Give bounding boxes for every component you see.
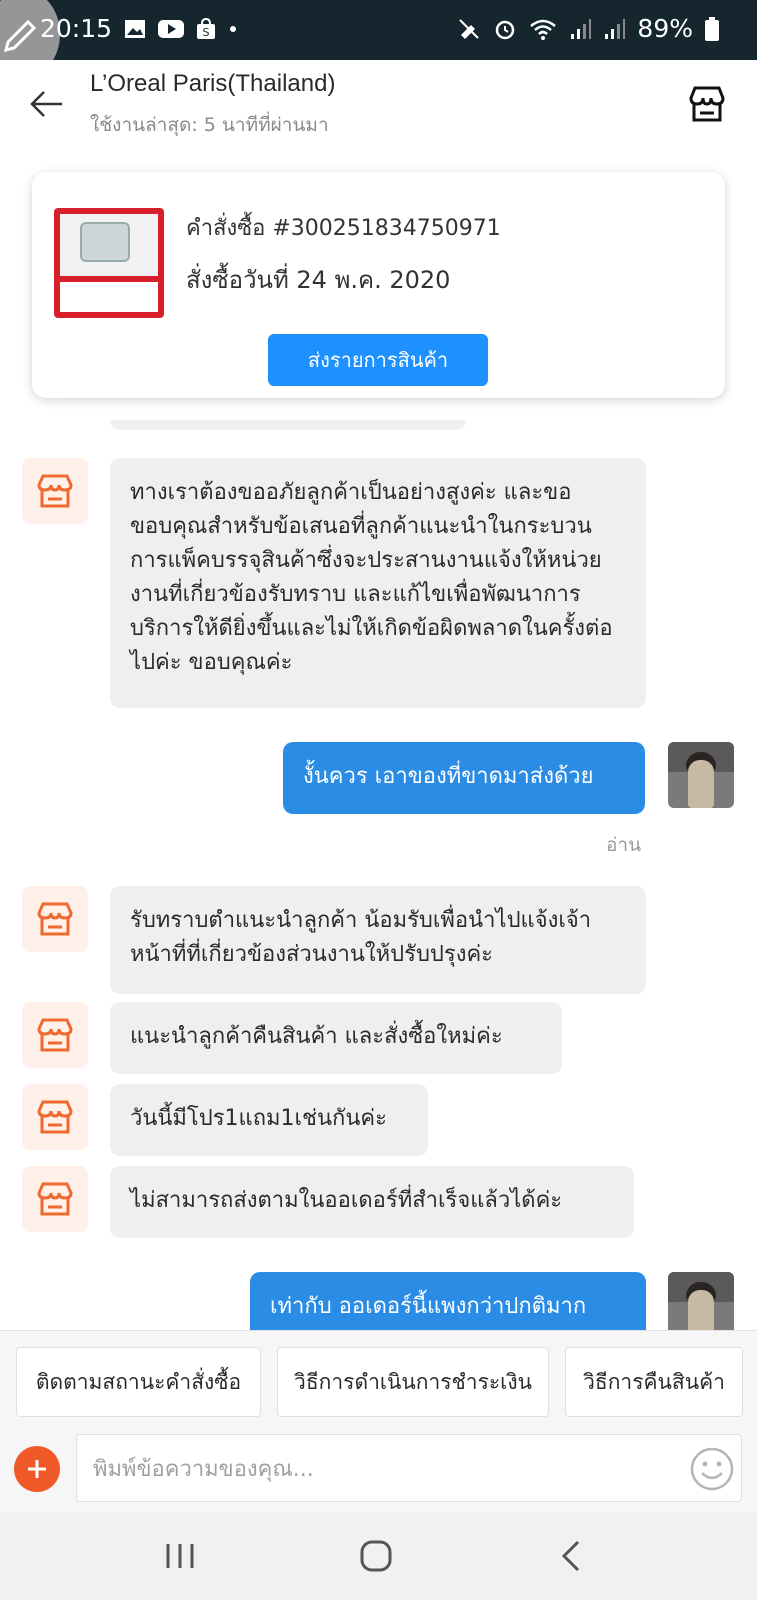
order-card[interactable]: คำสั่งซื้อ #300251834750971 สั่งซื้อวันท… <box>32 172 725 398</box>
quick-reply-payment[interactable]: วิธีการดำเนินการชำระเงิน <box>277 1347 549 1417</box>
last-active-status: ใช้งานล่าสุด: 5 นาทีที่ผ่านมา <box>90 114 329 136</box>
chat-messages[interactable]: ทางเราต้องขออภัยลูกค้าเป็นอย่างสูงค่ะ แล… <box>0 420 757 1330</box>
message-input[interactable]: พิมพ์ข้อความของคุณ... <box>76 1434 742 1502</box>
shop-name[interactable]: L’Oreal Paris(Thailand) <box>90 70 335 98</box>
message-input-bar: พิมพ์ข้อความของคุณ... <box>0 1420 757 1512</box>
message-bubble-user: เท่ากับ ออเดอร์นี้แพงกว่าปกติมาก <box>250 1272 646 1330</box>
status-time: 20:15 <box>40 14 113 43</box>
user-avatar[interactable] <box>668 742 734 808</box>
quick-reply-bar: ติดตามสถานะคำสั่งซื้อ วิธีการดำเนินการชำ… <box>0 1330 757 1420</box>
shop-avatar[interactable] <box>22 1166 88 1232</box>
home-icon[interactable] <box>354 1534 398 1578</box>
svg-text:S: S <box>203 26 210 39</box>
shop-avatar[interactable] <box>22 1084 88 1150</box>
quick-reply-track-order[interactable]: ติดตามสถานะคำสั่งซื้อ <box>16 1347 261 1417</box>
shop-avatar[interactable] <box>22 886 88 952</box>
message-bubble-user: งั้นควร เอาของที่ขาดมาส่งด้วย <box>283 742 645 814</box>
emoji-icon[interactable] <box>689 1446 735 1492</box>
chat-header: L’Oreal Paris(Thailand) ใช้งานล่าสุด: 5 … <box>0 60 757 152</box>
shop-avatar[interactable] <box>22 1002 88 1068</box>
gallery-icon <box>124 19 146 39</box>
message-bubble-shop: ไม่สามารถส่งตามในออเดอร์ที่สำเร็จแล้วได้… <box>110 1166 634 1238</box>
alarm-icon <box>493 17 517 41</box>
user-avatar[interactable] <box>668 1272 734 1330</box>
shop-avatar[interactable] <box>22 458 88 524</box>
message-bubble-shop: ทางเราต้องขออภัยลูกค้าเป็นอย่างสูงค่ะ แล… <box>110 458 646 708</box>
signal-icon <box>603 18 626 40</box>
order-number: คำสั่งซื้อ #300251834750971 <box>186 216 501 241</box>
battery-icon <box>705 16 719 41</box>
system-nav-bar <box>0 1512 757 1600</box>
dot-icon <box>228 24 238 34</box>
message-bubble-shop: แนะนำลูกค้าคืนสินค้า และสั่งซื้อใหม่ค่ะ <box>110 1002 562 1074</box>
shopee-bag-icon: S <box>196 17 216 40</box>
add-attachment-button[interactable] <box>14 1446 60 1492</box>
battery-percent: 89% <box>637 14 693 43</box>
status-bar: 20:15 S 89% <box>0 0 757 78</box>
wifi-icon <box>529 18 557 40</box>
quick-reply-return[interactable]: วิธีการคืนสินค้า <box>565 1347 743 1417</box>
message-bubble-shop: วันนี้มีโปร1แถม1เช่นกันค่ะ <box>110 1084 428 1156</box>
read-receipt: อ่าน <box>606 834 642 856</box>
message-bubble-shop: รับทราบตำแนะนำลูกค้า น้อมรับเพื่อนำไปแจ้… <box>110 886 646 994</box>
previous-message-bubble <box>110 420 466 430</box>
send-product-list-button[interactable]: ส่งรายการสินค้า <box>268 334 488 386</box>
back-nav-icon[interactable] <box>550 1534 594 1578</box>
youtube-icon <box>158 19 185 39</box>
recent-apps-icon[interactable] <box>158 1534 202 1578</box>
mute-icon <box>457 17 481 41</box>
product-thumbnail[interactable] <box>54 208 164 318</box>
store-icon[interactable] <box>687 84 727 124</box>
signal-icon <box>569 18 592 40</box>
order-date: สั่งซื้อวันที่ 24 พ.ค. 2020 <box>186 266 451 294</box>
back-arrow-icon[interactable] <box>26 82 70 126</box>
